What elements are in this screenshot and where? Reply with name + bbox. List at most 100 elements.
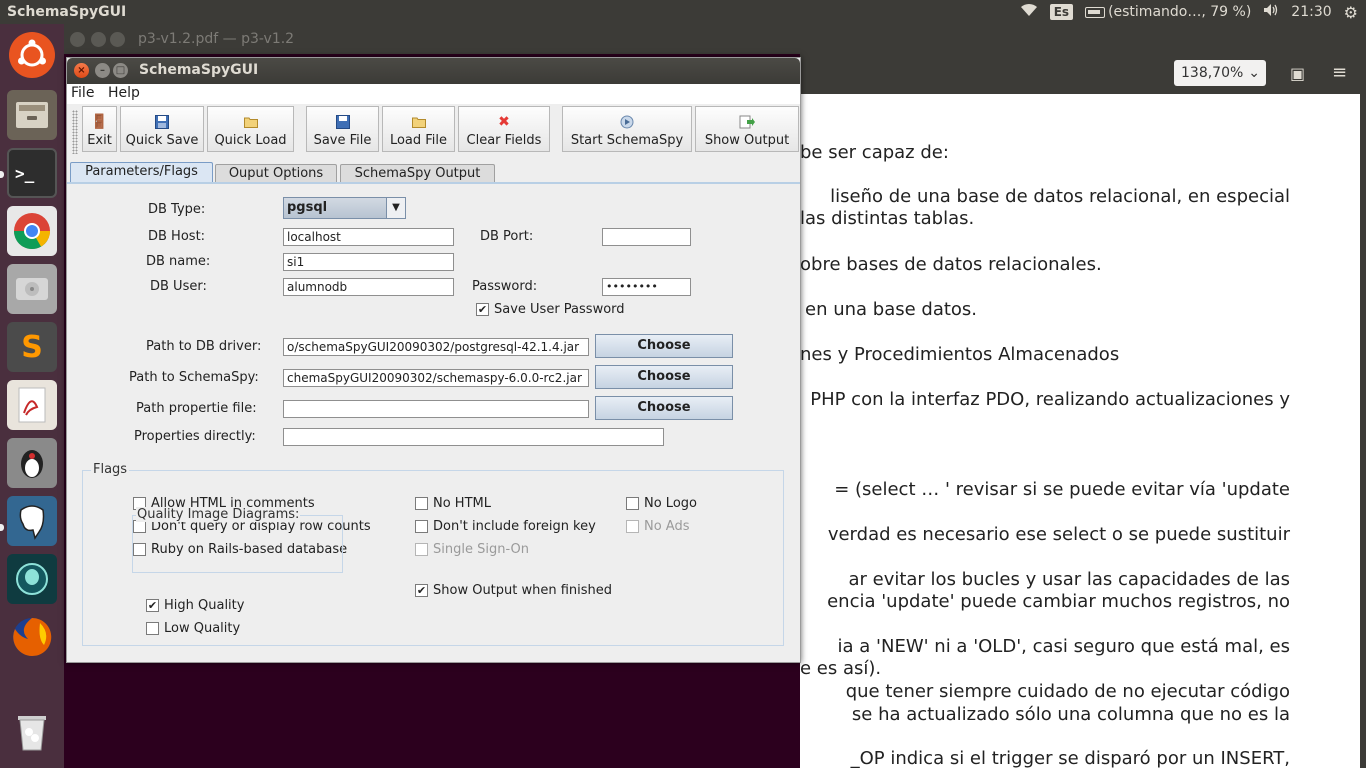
menubar: File Help — [67, 84, 800, 104]
no-ads-checkbox: No Ads — [626, 519, 690, 534]
choose-propertie-button[interactable]: Choose — [595, 396, 733, 420]
show-output-label: Show Output — [704, 133, 790, 148]
pdf-text-line: be ser capaz de: — [800, 142, 949, 163]
zoom-selector[interactable]: 138,70% ⌄ — [1174, 60, 1266, 86]
no-logo-label: No Logo — [644, 496, 697, 511]
low-quality-checkbox[interactable]: Low Quality — [146, 621, 240, 636]
clock[interactable]: 21:30 — [1291, 4, 1331, 20]
db-user-field[interactable]: alumnodb — [283, 278, 454, 296]
save-file-button[interactable]: Save File — [306, 106, 379, 152]
load-file-button[interactable]: Load File — [382, 106, 455, 152]
db-type-value: pgsql — [287, 200, 328, 215]
volume-icon[interactable] — [1263, 3, 1279, 21]
toolbar-grip[interactable] — [72, 110, 78, 154]
check-icon: ✔ — [415, 584, 428, 597]
document-icon[interactable]: ▣ — [1290, 64, 1305, 83]
exit-button[interactable]: 🚪 Exit — [82, 106, 117, 152]
db-host-label: DB Host: — [148, 229, 206, 244]
start-schemaspy-label: Start SchemaSpy — [570, 133, 684, 148]
pdf-text-line: ar evitar los bucles y usar las capacida… — [848, 569, 1290, 590]
password-field[interactable]: •••••••• — [602, 278, 691, 296]
checkbox-empty — [415, 497, 428, 510]
settings-gear-icon[interactable]: ⚙ — [1344, 3, 1358, 22]
no-logo-checkbox[interactable]: No Logo — [626, 496, 697, 511]
quick-load-button[interactable]: Quick Load — [207, 106, 294, 152]
show-output-finished-checkbox[interactable]: ✔ Show Output when finished — [415, 583, 612, 598]
terminal-icon[interactable]: >_ — [7, 148, 57, 198]
show-output-button[interactable]: Show Output — [695, 106, 799, 152]
pdf-close-button[interactable] — [70, 32, 85, 47]
schemaspy-path-label: Path to SchemaSpy: — [129, 370, 259, 385]
pdf-text-line: obre bases de datos relacionales. — [800, 254, 1102, 275]
tab-parameters-flags[interactable]: Parameters/Flags — [70, 162, 213, 184]
quick-save-button[interactable]: Quick Save — [120, 106, 204, 152]
tab-schemaspy-output[interactable]: SchemaSpy Output — [340, 164, 495, 184]
db-type-select[interactable]: pgsql ▼ — [283, 197, 406, 219]
driver-path-field[interactable]: o/schemaSpyGUI20090302/postgresql-42.1.4… — [283, 338, 589, 356]
pdf-text-line: que tener siempre cuidado de no ejecutar… — [845, 681, 1290, 702]
pgadmin-icon[interactable] — [7, 496, 57, 546]
pdf-text-line: encia 'update' puede cambiar muchos regi… — [827, 591, 1290, 612]
start-schemaspy-button[interactable]: Start SchemaSpy — [562, 106, 692, 152]
hamburger-menu-icon[interactable]: ≡ — [1332, 62, 1347, 83]
properties-directly-field[interactable] — [283, 428, 664, 446]
top-panel: SchemaSpyGUI Es (estimando…, 79 %) 21:30… — [0, 0, 1366, 24]
pdf-minimize-button[interactable] — [91, 32, 106, 47]
files-icon[interactable] — [7, 90, 57, 140]
pdf-scrollbar[interactable] — [1360, 94, 1366, 768]
menu-file[interactable]: File — [71, 85, 94, 101]
no-html-label: No HTML — [433, 496, 491, 511]
single-sign-on-checkbox: Single Sign-On — [415, 542, 529, 557]
db-name-field[interactable]: si1 — [283, 253, 454, 271]
toolbar: 🚪 Exit Quick Save Quick Load Save File L… — [67, 104, 800, 160]
db-port-field[interactable] — [602, 228, 691, 246]
no-html-checkbox[interactable]: No HTML — [415, 496, 491, 511]
tab-output-options[interactable]: Ouput Options — [215, 164, 337, 184]
battery-indicator[interactable]: (estimando…, 79 %) — [1085, 4, 1251, 20]
db-host-field[interactable]: localhost — [283, 228, 454, 246]
gitkraken-icon[interactable] — [7, 554, 57, 604]
clear-fields-label: Clear Fields — [466, 133, 542, 148]
menu-help[interactable]: Help — [108, 85, 140, 101]
trash-icon[interactable] — [7, 706, 57, 756]
propertie-path-field[interactable] — [283, 400, 589, 418]
high-quality-checkbox[interactable]: ✔ High Quality — [146, 598, 244, 613]
no-foreign-key-checkbox[interactable]: Don't include foreign key — [415, 519, 596, 534]
schemaspy-path-field[interactable]: chemaSpyGUI20090302/schemaspy-6.0.0-rc2.… — [283, 369, 589, 387]
chrome-icon[interactable] — [7, 206, 57, 256]
no-foreign-key-label: Don't include foreign key — [433, 519, 596, 534]
db-user-label: DB User: — [150, 279, 207, 294]
choose-schemaspy-button[interactable]: Choose — [595, 365, 733, 389]
java-icon[interactable] — [7, 438, 57, 488]
save-password-checkbox[interactable]: ✔ Save User Password — [476, 302, 625, 317]
quality-group — [132, 515, 343, 573]
minimize-button[interactable]: – — [95, 63, 110, 78]
pdf-text-line: las distintas tablas. — [800, 208, 975, 229]
open-folder-icon — [243, 114, 259, 130]
disk-icon[interactable] — [7, 264, 57, 314]
pdf-viewer-icon[interactable] — [7, 380, 57, 430]
firefox-icon[interactable] — [7, 612, 57, 662]
checkbox-empty — [415, 543, 428, 556]
checkbox-empty — [626, 497, 639, 510]
keyboard-layout-indicator[interactable]: Es — [1049, 4, 1074, 20]
chevron-down-icon: ⌄ — [1248, 65, 1260, 81]
chevron-down-icon: ▼ — [386, 198, 405, 218]
launcher-active-indicator-2 — [0, 524, 4, 531]
maximize-button[interactable]: □ — [113, 63, 128, 78]
close-button[interactable]: × — [74, 63, 89, 78]
pdf-maximize-button[interactable] — [110, 32, 125, 47]
quick-load-label: Quick Load — [214, 133, 287, 148]
sublime-icon[interactable]: S — [7, 322, 57, 372]
zoom-value: 138,70% — [1181, 65, 1244, 81]
pdf-text-line: = (select … ' revisar si se puede evitar… — [834, 479, 1290, 500]
pdf-text-line: en una base datos. — [805, 299, 978, 320]
window-titlebar[interactable]: × – □ SchemaSpyGUI — [67, 58, 800, 84]
clear-fields-button[interactable]: ✖ Clear Fields — [458, 106, 550, 152]
choose-driver-button[interactable]: Choose — [595, 334, 733, 358]
low-quality-label: Low Quality — [164, 621, 241, 636]
clear-x-icon: ✖ — [498, 114, 510, 130]
wifi-icon[interactable] — [1020, 3, 1038, 21]
pdf-text-line: _OP indica si el trigger se disparó por … — [850, 748, 1290, 768]
ubuntu-dash-icon[interactable] — [9, 32, 55, 78]
